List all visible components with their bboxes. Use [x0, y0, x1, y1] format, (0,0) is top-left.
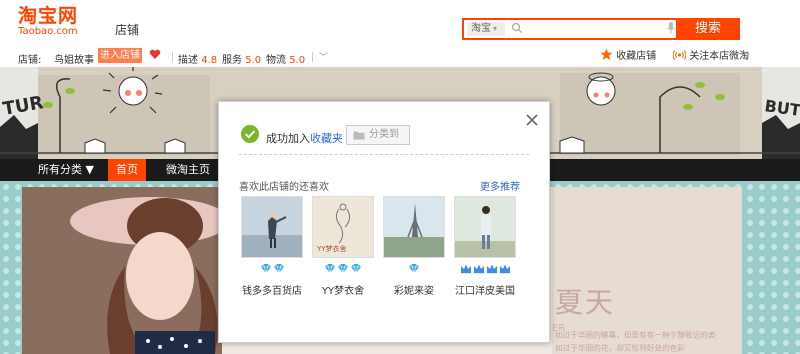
shop-rating-diamonds [383, 263, 445, 277]
nav-home[interactable]: 首页 [108, 159, 146, 181]
heart-icon[interactable] [149, 49, 161, 60]
favorite-success-dialog: 成功加入收藏夹 分类到 喜欢此店铺的还喜欢 更多推荐 钱多多百货店 YY梦衣舍 … [218, 101, 550, 343]
follow-weitao-label: 关注本店微淘 [689, 51, 750, 62]
crown-icon [473, 264, 484, 274]
diamond-icon [325, 263, 335, 275]
folder-icon [353, 131, 365, 140]
shop-name[interactable]: YY梦衣舍 [312, 282, 374, 297]
success-prefix: 成功加入 [266, 132, 310, 145]
favorite-shop-button[interactable]: 收藏店铺 [600, 47, 656, 63]
promo-caption-1: 如过于华丽的帷幕，但是有有一种宁静致远的美感 [555, 331, 717, 341]
enter-shop-button[interactable]: 进入店铺 [98, 48, 142, 63]
favorites-link[interactable]: 收藏夹 [310, 132, 343, 145]
shop-name[interactable]: 钱多多百货店 [241, 282, 303, 297]
close-icon[interactable] [524, 112, 540, 128]
recommended-shop[interactable]: 彩妮来姿 [383, 196, 445, 297]
broadcast-icon [672, 50, 687, 60]
crown-icon [486, 264, 497, 274]
site-header: 淘宝网 Taobao.com 店铺 淘宝 ▾ 搜索 [0, 0, 800, 44]
service-label: 服务 [222, 55, 242, 66]
categorize-button[interactable]: 分类到 [346, 125, 410, 145]
logistics-label: 物流 [266, 55, 286, 66]
thumbnail-caption: YY梦衣舍 [317, 245, 347, 253]
logistics-rating: 物流 5.0 [266, 51, 305, 66]
logo-text: 淘宝网 [18, 5, 79, 27]
diamond-icon [409, 263, 419, 275]
favorite-shop-label: 收藏店铺 [616, 51, 657, 62]
promo-big-text: 夏天 [555, 286, 616, 319]
nav-weitao-home[interactable]: 微淘主页 [158, 159, 218, 181]
search-type-label: 淘宝 [471, 23, 491, 34]
promo-caption-2: 如过于华丽的花，却又恰到好处的色彩 [555, 344, 686, 354]
search-box: 淘宝 ▾ 搜索 [462, 18, 740, 40]
star-icon [600, 48, 613, 60]
follow-weitao-button[interactable]: 关注本店微淘 [672, 47, 750, 63]
divider [312, 52, 313, 62]
search-icon [511, 22, 522, 33]
diamond-icon [338, 263, 348, 275]
describe-label: 描述 [178, 55, 198, 66]
check-circle-icon [241, 125, 259, 143]
shop-section-label: 店铺 [115, 23, 140, 37]
categorize-label: 分类到 [369, 129, 399, 140]
more-recommend-link[interactable]: 更多推荐 [480, 178, 520, 193]
diamond-icon [273, 263, 284, 275]
diamond-icon [260, 263, 271, 275]
shop-thumbnail[interactable] [454, 196, 516, 258]
service-score: 5.0 [245, 55, 262, 66]
shop-label: 店铺: [18, 55, 42, 66]
recommend-title: 喜欢此店铺的还喜欢 [239, 182, 329, 193]
divider [239, 154, 529, 155]
logistics-score: 5.0 [289, 55, 306, 66]
shop-info-bar: 店铺: 鸟姐故事 进入店铺 描述 4.8 服务 5.0 物流 5.0 ﹀ 收藏店… [0, 44, 800, 66]
taobao-logo[interactable]: 淘宝网 Taobao.com [18, 6, 102, 40]
describe-rating: 描述 4.8 [178, 51, 217, 66]
logo-domain: Taobao.com [18, 26, 78, 37]
recommended-shop[interactable]: 钱多多百货店 [241, 196, 303, 297]
shop-thumbnail[interactable] [383, 196, 445, 258]
crown-icon [460, 264, 471, 274]
shop-rating-diamonds [241, 263, 303, 277]
shop-name-link[interactable]: 鸟姐故事 [54, 51, 94, 66]
search-button[interactable]: 搜索 [676, 18, 740, 40]
shop-rating-crowns [454, 263, 516, 277]
recommended-shop[interactable]: YY梦衣舍 YY梦衣舍 [312, 196, 374, 297]
recommended-shop[interactable]: 江口洋皮美国 [454, 196, 516, 297]
success-message: 成功加入收藏夹 [266, 130, 343, 146]
search-type-select[interactable]: 淘宝 ▾ [467, 22, 505, 36]
diamond-icon [351, 263, 361, 275]
divider [172, 52, 173, 62]
crown-icon [499, 264, 510, 274]
nav-all-categories[interactable]: 所有分类 ▼ [30, 159, 102, 181]
shop-rating-diamonds [312, 263, 374, 277]
shop-name[interactable]: 彩妮来姿 [383, 282, 445, 297]
chevron-down-icon[interactable]: ﹀ [319, 50, 328, 63]
search-input[interactable] [526, 21, 661, 36]
service-rating: 服务 5.0 [222, 51, 261, 66]
shop-name[interactable]: 江口洋皮美国 [454, 282, 516, 297]
chevron-down-icon: ▾ [493, 24, 498, 33]
shop-thumbnail[interactable]: YY梦衣舍 [312, 196, 374, 258]
shop-thumbnail[interactable] [241, 196, 303, 258]
microphone-icon[interactable] [666, 21, 676, 35]
describe-score: 4.8 [201, 55, 218, 66]
